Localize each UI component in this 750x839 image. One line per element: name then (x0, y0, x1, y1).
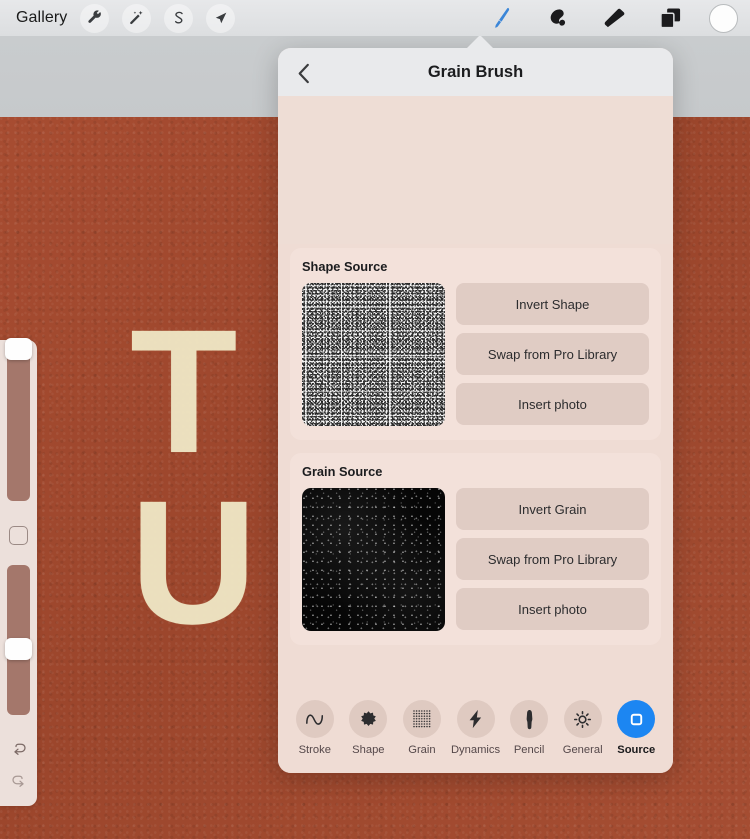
tab-general-label: General (562, 744, 603, 756)
invert-grain-button[interactable]: Invert Grain (456, 488, 649, 530)
insert-shape-photo-button[interactable]: Insert photo (456, 383, 649, 425)
tab-dynamics[interactable]: Dynamics (449, 700, 503, 756)
bolt-icon (456, 700, 495, 738)
invert-shape-button[interactable]: Invert Shape (456, 283, 649, 325)
gallery-button[interactable]: Gallery (16, 9, 67, 27)
selection-s-icon[interactable] (164, 3, 194, 33)
shape-source-buttons: Invert Shape Swap from Pro Library Inser… (456, 283, 649, 426)
pencil-icon (510, 700, 549, 738)
left-sidebar (0, 338, 37, 806)
tab-pencil-label: Pencil (513, 744, 545, 756)
layers-icon[interactable] (653, 3, 687, 33)
adjustments-wand-icon[interactable] (122, 3, 152, 33)
undo-icon[interactable] (8, 740, 29, 761)
smudge-icon[interactable] (541, 3, 575, 33)
top-toolbar: Gallery (0, 0, 750, 36)
grain-dots-icon (402, 700, 441, 738)
actions-wrench-icon[interactable] (80, 3, 110, 33)
chevron-left-icon[interactable] (291, 60, 317, 86)
tab-grain-label: Grain (408, 744, 436, 756)
grain-source-buttons: Invert Grain Swap from Pro Library Inser… (456, 488, 649, 631)
brush-studio-tabbar: Stroke Shape Grain Dynamics Pencil Gener… (278, 687, 673, 773)
tab-source-label: Source (617, 744, 656, 756)
tab-stroke-label: Stroke (298, 744, 331, 756)
panel-pointer-arrow (466, 35, 494, 49)
source-square-icon (617, 700, 656, 738)
shape-source-row: Invert Shape Swap from Pro Library Inser… (302, 283, 649, 426)
tab-shape[interactable]: Shape (342, 700, 396, 756)
brush-stroke-preview (278, 96, 673, 244)
tab-stroke[interactable]: Stroke (288, 700, 342, 756)
shape-source-section: Shape Source Invert Shape Swap from Pro … (290, 248, 661, 440)
tab-pencil[interactable]: Pencil (502, 700, 556, 756)
grain-source-section: Grain Source Invert Grain Swap from Pro … (290, 453, 661, 645)
brush-studio-panel: Grain Brush Shape Source Invert Shape Sw… (278, 48, 673, 773)
artwork-letters: T U (130, 294, 262, 661)
stroke-preview-graphic (320, 113, 632, 201)
transform-arrow-icon[interactable] (206, 3, 236, 33)
stroke-wave-icon (295, 700, 334, 738)
grain-source-thumbnail[interactable] (302, 488, 445, 631)
swap-grain-pro-library-button[interactable]: Swap from Pro Library (456, 538, 649, 580)
procreate-screen: T U Gallery Grain Brush Shape Source Inv… (0, 0, 750, 839)
tab-source[interactable]: Source (609, 700, 663, 756)
shape-source-thumbnail[interactable] (302, 283, 445, 426)
tab-shape-label: Shape (352, 744, 385, 756)
redo-icon[interactable] (8, 772, 29, 793)
grain-source-title: Grain Source (302, 464, 383, 479)
color-swatch-button[interactable] (709, 3, 738, 33)
modify-square-button[interactable] (9, 526, 28, 545)
gear-icon (563, 700, 602, 738)
insert-grain-photo-button[interactable]: Insert photo (456, 588, 649, 630)
eraser-icon[interactable] (597, 3, 631, 33)
paint-brush-icon[interactable] (485, 3, 519, 33)
panel-header: Grain Brush (278, 48, 673, 96)
tab-grain[interactable]: Grain (395, 700, 449, 756)
brush-size-slider-knob[interactable] (5, 338, 32, 360)
shape-source-title: Shape Source (302, 259, 388, 274)
tab-general[interactable]: General (556, 700, 610, 756)
swap-shape-pro-library-button[interactable]: Swap from Pro Library (456, 333, 649, 375)
grain-source-row: Invert Grain Swap from Pro Library Inser… (302, 488, 649, 631)
brush-size-slider[interactable] (7, 346, 30, 501)
shape-burst-icon (349, 700, 388, 738)
brush-opacity-slider-knob[interactable] (5, 638, 32, 660)
panel-title: Grain Brush (427, 62, 524, 81)
tab-dynamics-label: Dynamics (450, 744, 501, 756)
